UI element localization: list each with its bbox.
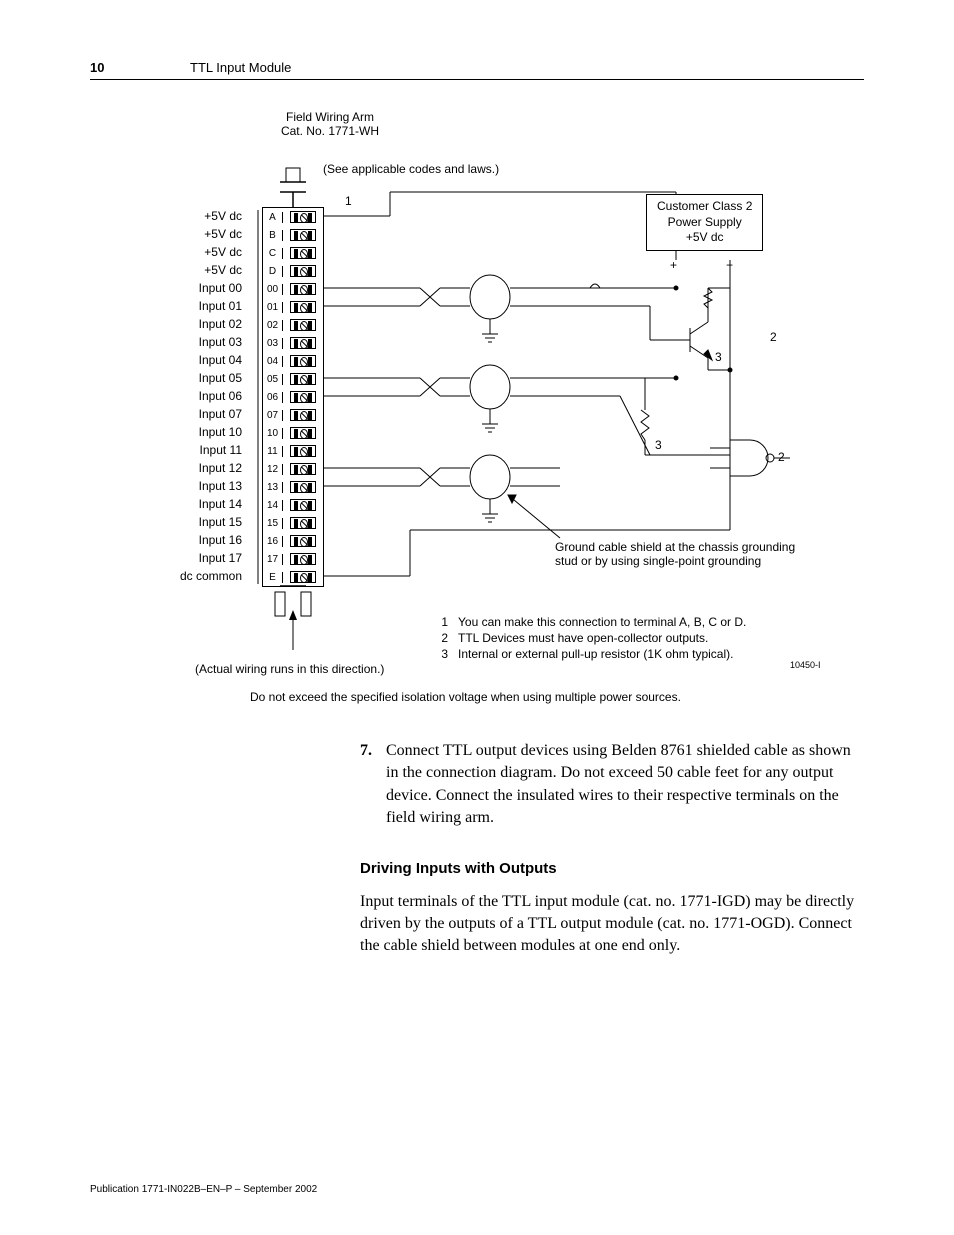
publication-footer: Publication 1771-IN022B–EN–P – September… [90,1184,317,1195]
subheading: Driving Inputs with Outputs [360,858,864,879]
ps-line1: Customer Class 2 [657,199,752,215]
legend-number: 2 [438,631,448,645]
ps-minus: − [726,258,733,272]
figure-id: 10450-I [790,660,821,670]
wiring-figure: Field Wiring Arm Cat. No. 1771-WH (See a… [90,110,864,730]
legend-text: You can make this connection to terminal… [458,615,746,629]
callout-1: 1 [345,194,352,208]
ps-line3: +5V dc [657,230,752,246]
step-text: Connect TTL output devices using Belden … [386,740,864,830]
step-number: 7. [360,740,380,830]
legend-row: 1 You can make this connection to termina… [438,615,746,629]
legend-row: 3 Internal or external pull-up resistor (… [438,647,746,661]
legend-number: 1 [438,615,448,629]
isolation-note: Do not exceed the specified isolation vo… [250,690,681,704]
legend-row: 2 TTL Devices must have open-collector ou… [438,631,746,645]
callout-2a: 2 [770,330,777,344]
callout-2b: 2 [778,450,785,464]
doc-title: TTL Input Module [190,60,291,75]
legend-text: Internal or external pull-up resistor (1… [458,647,733,661]
callout-3b: 3 [655,438,662,452]
page-header: 10 TTL Input Module [90,60,864,80]
wiring-direction-note: (Actual wiring runs in this direction.) [195,662,384,676]
page-number: 10 [90,60,190,75]
body-column: 7. Connect TTL output devices using Beld… [360,740,864,958]
step-7: 7. Connect TTL output devices using Beld… [360,740,864,830]
figure-legend: 1 You can make this connection to termina… [438,615,746,663]
legend-number: 3 [438,647,448,661]
driving-paragraph: Input terminals of the TTL input module … [360,891,864,958]
power-supply-box: Customer Class 2 Power Supply +5V dc [646,194,763,251]
ps-line2: Power Supply [657,215,752,231]
ground-note: Ground cable shield at the chassis groun… [555,540,805,568]
callout-3a: 3 [715,350,722,364]
legend-text: TTL Devices must have open-collector out… [458,631,708,645]
ps-plus: + [670,258,677,272]
